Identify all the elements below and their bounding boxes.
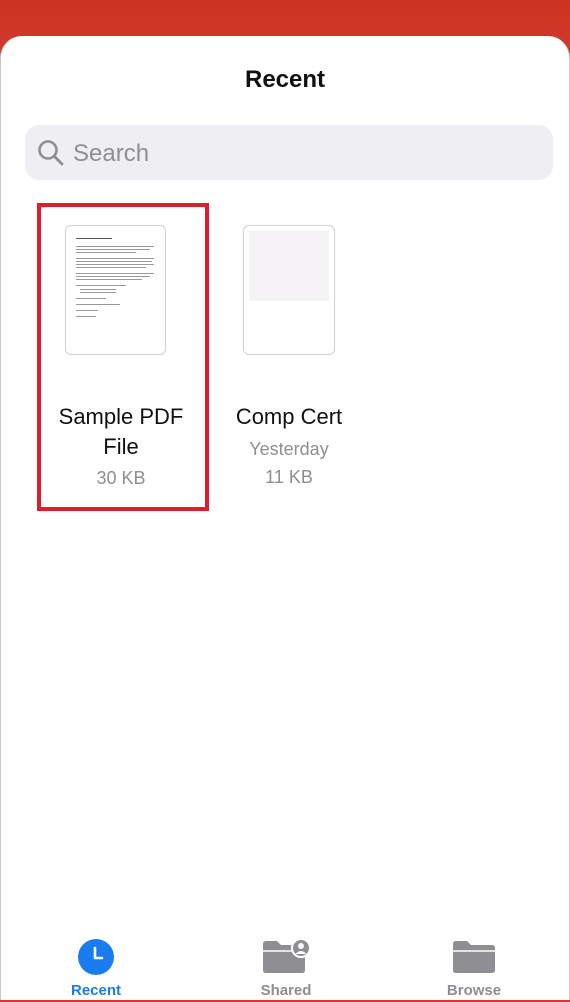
file-thumbnail[interactable] (243, 225, 335, 355)
recent-sheet: Recent Search Sample PDF File 30 KB Comp… (0, 36, 570, 1000)
selection-highlight (37, 203, 209, 511)
tab-bar: Recent Shared Browse (1, 900, 569, 1000)
tab-recent[interactable]: Recent (1, 900, 191, 1000)
search-bar[interactable] (25, 125, 553, 182)
file-date: Yesterday (249, 439, 329, 459)
page-title: Recent (244, 66, 326, 93)
file-item-comp-cert[interactable]: Comp Cert Yesterday 11 KB (209, 204, 369, 504)
clock-icon (77, 938, 115, 981)
tab-label-shared: Shared (260, 982, 312, 999)
folder-icon (452, 938, 496, 979)
tab-shared[interactable]: Shared (191, 900, 381, 1000)
search-icon (37, 139, 65, 172)
search-input[interactable] (71, 125, 535, 182)
document-preview (249, 231, 329, 301)
shared-folder-icon (262, 938, 311, 979)
tab-label-recent: Recent (70, 982, 122, 999)
file-size: 11 KB (265, 467, 313, 487)
tab-browse[interactable]: Browse (379, 900, 569, 1000)
file-name: Comp Cert (235, 404, 343, 429)
tab-label-browse: Browse (446, 982, 502, 999)
